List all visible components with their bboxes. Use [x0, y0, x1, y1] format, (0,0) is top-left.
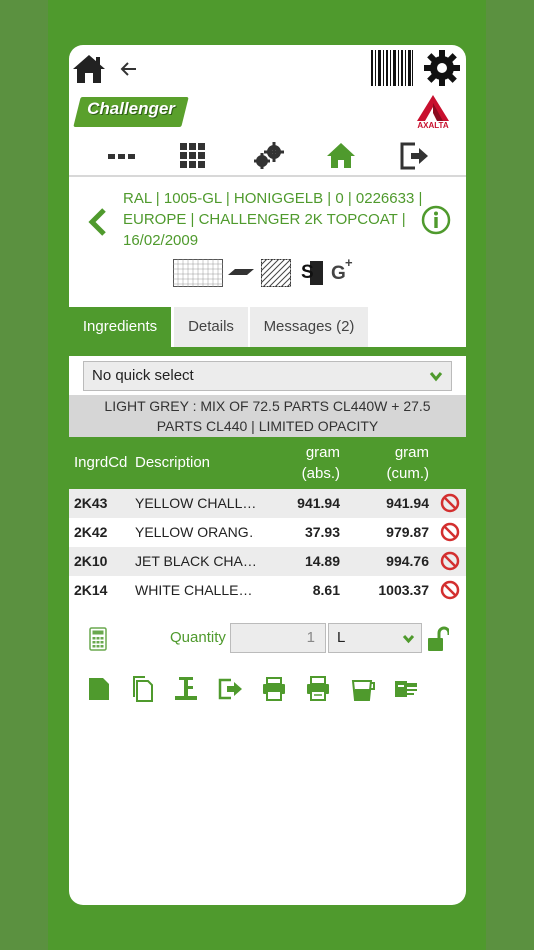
back-arrow-icon[interactable]	[119, 59, 139, 79]
formula-note: LIGHT GREY : MIX OF 72.5 PARTS CL440W + …	[69, 395, 466, 437]
table-row[interactable]: 2K10 JET BLACK CHA… 14.89 994.76	[69, 547, 466, 576]
tab-ingredients[interactable]: Ingredients	[69, 307, 171, 347]
solid-swatch-icon: S	[297, 261, 323, 285]
home-icon[interactable]	[71, 53, 107, 85]
action-bar	[69, 673, 466, 709]
finish-swatches: S G +	[173, 255, 373, 289]
table-row[interactable]: 2K14 WHITE CHALLE… 8.61 1003.37	[69, 576, 466, 605]
gloss-plus-icon: G	[331, 263, 346, 284]
tab-bar: Ingredients Details Messages (2)	[69, 307, 466, 347]
header-cum-unit: gram	[394, 444, 429, 461]
quick-select-dropdown[interactable]: No quick select	[83, 361, 452, 391]
barcode-icon[interactable]	[371, 50, 413, 86]
left-background	[0, 0, 48, 950]
export-icon[interactable]	[217, 675, 243, 703]
header-code: IngrdCd	[74, 454, 128, 471]
copy-icon[interactable]	[130, 675, 156, 703]
quantity-row: Quantity 1 L	[69, 623, 466, 655]
header-abs-unit: gram	[305, 444, 340, 461]
tab-details[interactable]: Details	[174, 307, 248, 347]
table-row[interactable]: 2K43 YELLOW CHALL… 941.94 941.94	[69, 489, 466, 518]
header-cum: (cum.)	[386, 465, 430, 482]
hatch-swatch-icon	[261, 259, 291, 287]
header-abs: (abs.)	[301, 465, 340, 482]
dispense-icon[interactable]	[393, 675, 419, 703]
delete-icon[interactable]	[440, 551, 460, 571]
settings-gears-icon[interactable]	[251, 139, 285, 173]
apps-grid-icon[interactable]	[176, 139, 210, 173]
formula-info: RAL | 1005-GL | HONIGGELB | 0 | 0226633 …	[69, 185, 466, 295]
print-label-icon[interactable]	[305, 675, 331, 703]
table-header: IngrdCd Description gram (abs.) gram (cu…	[69, 437, 466, 489]
grid-swatch-icon	[173, 259, 223, 287]
home-icon[interactable]	[324, 139, 358, 173]
calculator-icon[interactable]	[89, 627, 107, 651]
gloss-plus-sign: +	[345, 255, 353, 270]
flake-swatch-icon	[228, 269, 254, 275]
unlock-icon[interactable]	[427, 626, 449, 652]
more-icon[interactable]	[105, 139, 139, 173]
nav-bar	[69, 137, 466, 177]
table-row[interactable]: 2K42 YELLOW ORANG… 37.93 979.87	[69, 518, 466, 547]
save-icon[interactable]	[86, 675, 112, 703]
challenger-logo: Challenger	[73, 97, 189, 127]
info-icon[interactable]	[421, 205, 451, 235]
app-card: Challenger AXALTA RAL | 1005-GL | HONIGG…	[69, 45, 466, 905]
right-background	[486, 0, 534, 950]
chevron-down-icon	[402, 634, 415, 644]
gear-icon[interactable]	[423, 49, 461, 87]
quantity-label: Quantity	[170, 629, 226, 646]
chevron-left-icon[interactable]	[87, 207, 109, 237]
axalta-label: AXALTA	[417, 121, 449, 130]
delete-icon[interactable]	[440, 580, 460, 600]
unit-select[interactable]: L	[328, 623, 422, 653]
tab-messages[interactable]: Messages (2)	[250, 307, 368, 347]
print-icon[interactable]	[261, 675, 287, 703]
logout-icon[interactable]	[397, 139, 431, 173]
quantity-input[interactable]: 1	[230, 623, 326, 653]
delete-icon[interactable]	[440, 493, 460, 513]
mixing-cup-icon[interactable]	[350, 675, 376, 703]
tab-underline	[69, 347, 466, 356]
formula-description: RAL | 1005-GL | HONIGGELB | 0 | 0226633 …	[123, 190, 423, 249]
scale-icon[interactable]	[173, 675, 199, 703]
delete-icon[interactable]	[440, 522, 460, 542]
chevron-down-icon	[429, 372, 443, 382]
top-bar	[69, 45, 466, 93]
header-description: Description	[135, 454, 211, 471]
